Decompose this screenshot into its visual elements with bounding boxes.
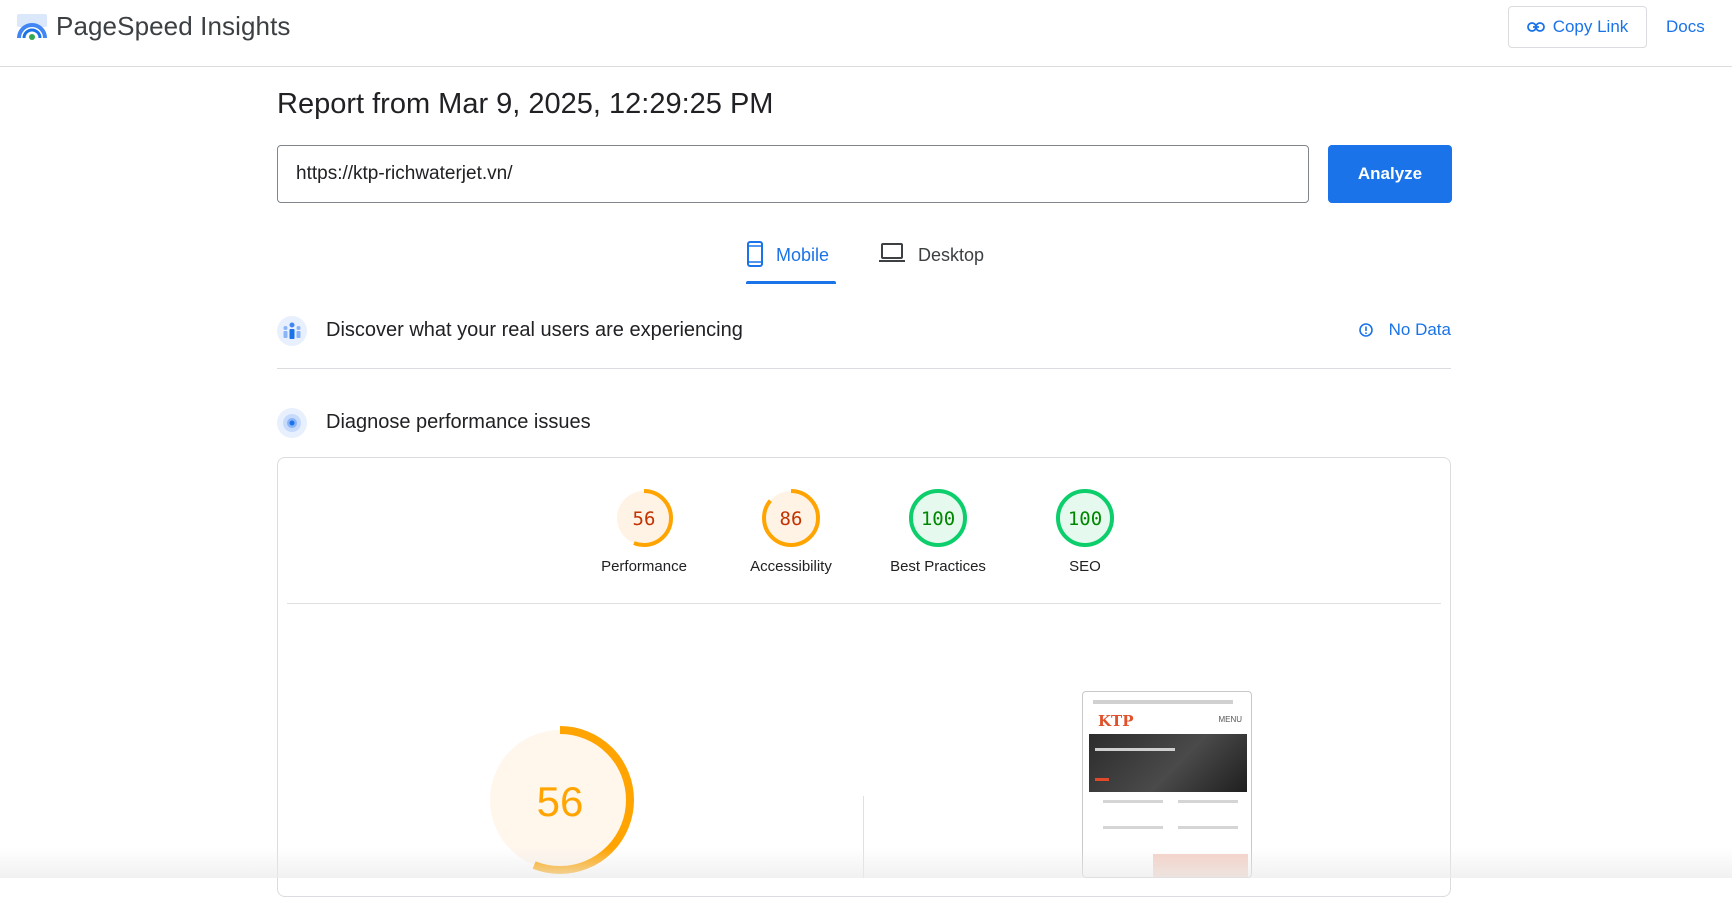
score-value: 56 [633, 508, 656, 530]
tab-desktop[interactable]: Desktop [878, 241, 988, 285]
copy-link-label: Copy Link [1552, 17, 1629, 36]
diagnose-title: Diagnose performance issues [326, 411, 591, 433]
main-gauge-score: 56 [537, 778, 584, 825]
preview-menu: MENU [1218, 715, 1242, 724]
preview-feature-line [1103, 800, 1163, 803]
url-input[interactable] [277, 145, 1309, 203]
score-gauge-performance[interactable]: 56 Performance [574, 486, 714, 575]
no-data-status[interactable]: No Data [1358, 320, 1451, 340]
score-label: Accessibility [750, 558, 832, 575]
preview-topline [1093, 700, 1233, 704]
score-value: 86 [780, 508, 803, 530]
preview-hero-image [1089, 734, 1247, 792]
score-value: 100 [1068, 508, 1102, 530]
tab-mobile-label: Mobile [776, 245, 830, 265]
copy-link-button[interactable]: Copy Link [1508, 6, 1647, 48]
mobile-phone-icon [747, 241, 763, 267]
pagespeed-logo-icon[interactable] [16, 12, 48, 44]
score-ring: 56 [615, 489, 673, 547]
score-label: SEO [1069, 558, 1101, 575]
preview-hero-bar [1095, 778, 1109, 781]
preview-feature-line [1103, 826, 1163, 829]
top-bar: PageSpeed Insights Copy Link Docs [0, 0, 1732, 67]
score-gauge-accessibility[interactable]: 86 Accessibility [721, 486, 861, 575]
diagnose-section: Diagnose performance issues [277, 404, 1451, 444]
docs-link[interactable]: Docs [1666, 17, 1705, 37]
laptop-icon [879, 243, 905, 262]
field-data-title: Discover what your real users are experi… [326, 319, 743, 341]
preview-hero-text [1095, 748, 1175, 751]
info-icon [1358, 323, 1373, 337]
score-value: 100 [921, 508, 955, 530]
score-ring: 100 [909, 489, 967, 547]
score-ring: 86 [762, 489, 820, 547]
lighthouse-report-card [277, 457, 1451, 897]
score-gauge-best-practices[interactable]: 100 Best Practices [868, 486, 1008, 575]
real-users-icon [277, 316, 307, 346]
preview-feature-line [1178, 826, 1238, 829]
app-title[interactable]: PageSpeed Insights [56, 11, 291, 42]
diagnose-icon [277, 408, 307, 438]
analyze-button[interactable]: Analyze [1328, 145, 1452, 203]
scores-divider [287, 603, 1441, 604]
bottom-fade [0, 848, 1732, 878]
field-data-section: Discover what your real users are experi… [277, 312, 1451, 352]
score-ring: 100 [1056, 489, 1114, 547]
preview-logo: KTP [1098, 712, 1134, 730]
tab-desktop-label: Desktop [918, 245, 985, 265]
score-label: Performance [601, 558, 687, 575]
preview-feature-line [1178, 800, 1238, 803]
report-title: Report from Mar 9, 2025, 12:29:25 PM [277, 88, 774, 120]
tab-selected-indicator [746, 281, 836, 284]
score-gauge-seo[interactable]: 100 SEO [1015, 486, 1155, 575]
link-icon [1526, 22, 1545, 32]
tab-mobile[interactable]: Mobile [746, 241, 836, 285]
score-label: Best Practices [890, 558, 986, 575]
section-divider [277, 368, 1451, 369]
no-data-label: No Data [1388, 320, 1451, 339]
